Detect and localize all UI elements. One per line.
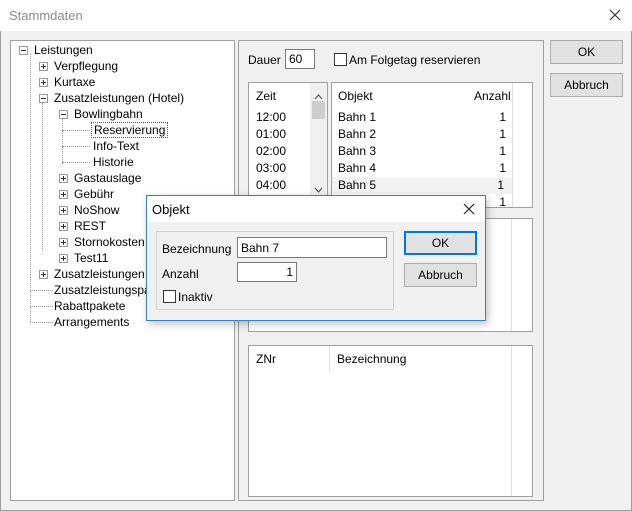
- objekt-dialog: Objekt Bezeichnung Anzahl Inaktiv OK Abb…: [146, 195, 486, 321]
- ok-button[interactable]: OK: [550, 40, 623, 64]
- scroll-thumb[interactable]: [312, 101, 325, 119]
- tree-item-stornokosten[interactable]: Stornokosten: [57, 234, 147, 250]
- dialog-ok-button[interactable]: OK: [404, 231, 477, 255]
- folgetag-checkbox[interactable]: [334, 53, 347, 66]
- tree-item-test11[interactable]: Test11: [57, 250, 110, 266]
- bezeichnung-label: Bezeichnung: [162, 242, 232, 256]
- table-row[interactable]: Bahn 3 1: [338, 143, 508, 160]
- tree-item-gebuehr[interactable]: Gebühr: [57, 186, 116, 202]
- expand-icon[interactable]: [39, 78, 48, 87]
- tree-item-kurtaxe[interactable]: Kurtaxe: [37, 74, 97, 90]
- cancel-button[interactable]: Abbruch: [550, 73, 623, 97]
- scroll-down-icon[interactable]: [314, 182, 323, 196]
- time-item[interactable]: 04:00: [256, 177, 286, 194]
- time-item[interactable]: 01:00: [256, 126, 286, 143]
- time-list[interactable]: Zeit 12:00 01:00 02:00 03:00 04:00: [248, 82, 328, 206]
- expand-icon[interactable]: [59, 254, 68, 263]
- expand-icon[interactable]: [39, 62, 48, 71]
- collapse-icon[interactable]: [19, 46, 28, 55]
- time-item[interactable]: 03:00: [256, 160, 286, 177]
- tree-item-zusatzleistungen-hotel[interactable]: Zusatzleistungen (Hotel): [37, 90, 186, 106]
- tree-item-bowlingbahn[interactable]: Bowlingbahn: [57, 106, 145, 122]
- tree-item-zusatzleistungen-v[interactable]: Zusatzleistungen (V: [37, 266, 162, 282]
- objekt-header: Objekt: [338, 89, 373, 103]
- tree-item-zusatzleistungspak[interactable]: Zusatzleistungspak: [52, 282, 159, 298]
- anzahl-input[interactable]: [237, 262, 297, 282]
- expand-icon[interactable]: [59, 174, 68, 183]
- objekt-table[interactable]: Objekt Anzahl Bahn 1 1 Bahn 2 1 Bahn 3 1…: [331, 82, 533, 209]
- tree-item-leistungen[interactable]: Leistungen: [17, 42, 95, 58]
- table-row[interactable]: Bahn 1 1: [338, 109, 508, 126]
- table-row[interactable]: Bahn 2 1: [338, 126, 508, 143]
- tree-item-arrangements[interactable]: Arrangements: [52, 314, 131, 330]
- time-scrollbar[interactable]: [310, 83, 327, 205]
- anzahl-header: Anzahl: [474, 89, 511, 103]
- table-row[interactable]: Bahn 4 1: [338, 160, 508, 177]
- dialog-titlebar: Objekt: [147, 196, 485, 222]
- bezeichnung-input[interactable]: [237, 237, 387, 258]
- dialog-title: Objekt: [152, 202, 190, 217]
- collapse-icon[interactable]: [59, 110, 68, 119]
- dauer-input[interactable]: [285, 49, 315, 69]
- dauer-label: Dauer: [248, 53, 281, 67]
- expand-icon[interactable]: [39, 270, 48, 279]
- expand-icon[interactable]: [59, 238, 68, 247]
- window-titlebar: Stammdaten: [0, 0, 632, 31]
- window-title: Stammdaten: [9, 8, 83, 23]
- close-icon[interactable]: [605, 5, 625, 25]
- dialog-close-icon[interactable]: [460, 200, 478, 221]
- anzahl-label: Anzahl: [162, 267, 199, 281]
- tree-item-info-text[interactable]: Info-Text: [91, 138, 141, 154]
- collapse-icon[interactable]: [39, 94, 48, 103]
- table-row-selected[interactable]: Bahn 5 1: [332, 177, 512, 194]
- expand-icon[interactable]: [59, 206, 68, 215]
- time-item[interactable]: 02:00: [256, 143, 286, 160]
- tree-item-noshow[interactable]: NoShow: [57, 202, 121, 218]
- inaktiv-label: Inaktiv: [178, 290, 213, 304]
- tree-item-historie[interactable]: Historie: [91, 154, 136, 170]
- time-item[interactable]: 12:00: [256, 109, 286, 126]
- inaktiv-checkbox[interactable]: [163, 290, 176, 303]
- tree-item-rabattpakete[interactable]: Rabattpakete: [52, 298, 127, 314]
- tree-item-reservierung[interactable]: Reservierung: [91, 122, 169, 138]
- tree-item-rest[interactable]: REST: [57, 218, 108, 234]
- expand-icon[interactable]: [59, 190, 68, 199]
- bezeichnung-header: Bezeichnung: [337, 352, 407, 366]
- znr-header: ZNr: [256, 352, 276, 366]
- dialog-cancel-button[interactable]: Abbruch: [404, 263, 477, 287]
- tree-item-gastauslage[interactable]: Gastauslage: [57, 170, 143, 186]
- time-header: Zeit: [256, 89, 277, 103]
- folgetag-label: Am Folgetag reservieren: [349, 53, 481, 67]
- expand-icon[interactable]: [59, 222, 68, 231]
- znr-table[interactable]: ZNr Bezeichnung: [248, 345, 533, 497]
- tree-item-verpflegung[interactable]: Verpflegung: [37, 58, 120, 74]
